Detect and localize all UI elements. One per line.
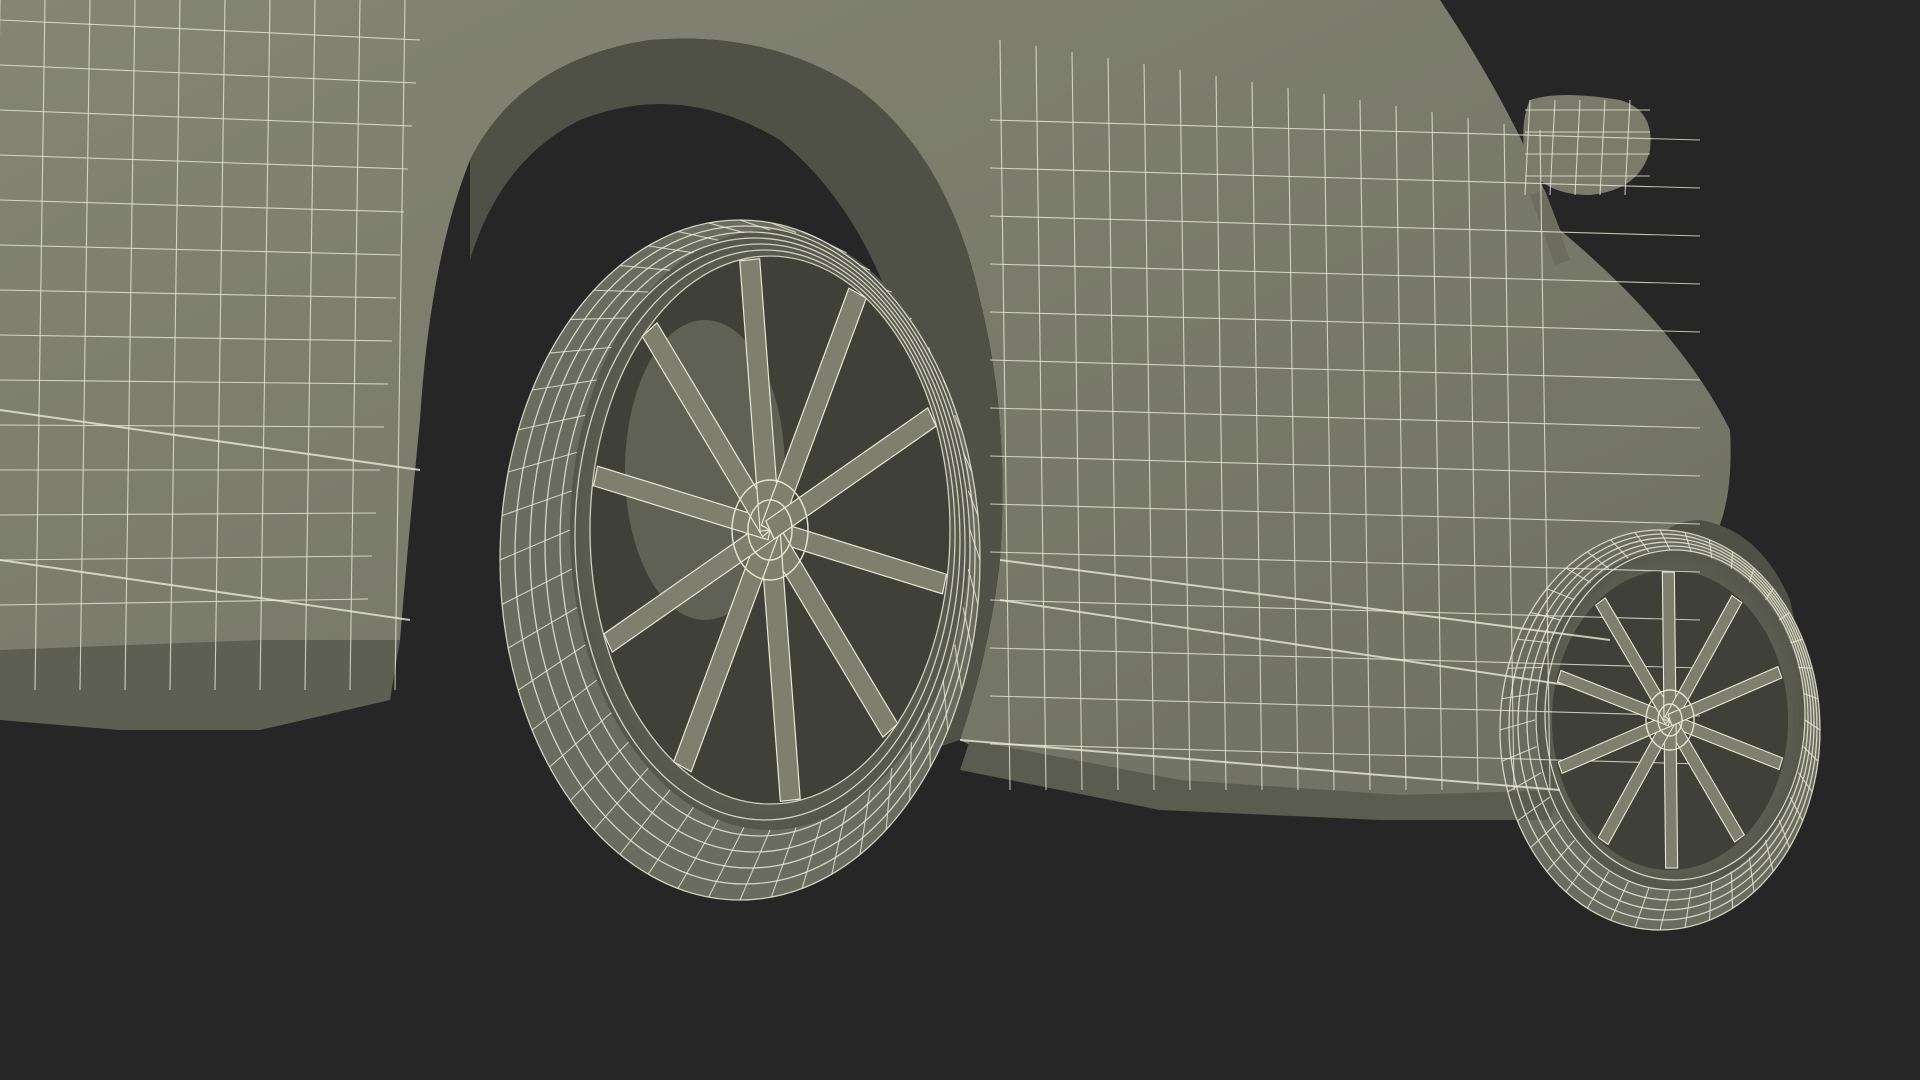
underbody-components xyxy=(0,640,400,730)
render-viewport xyxy=(0,0,1920,1080)
front-rim-spoke xyxy=(1661,571,1677,721)
front-rim-spoke xyxy=(1663,719,1679,869)
wireframe-car-render xyxy=(0,0,1821,931)
